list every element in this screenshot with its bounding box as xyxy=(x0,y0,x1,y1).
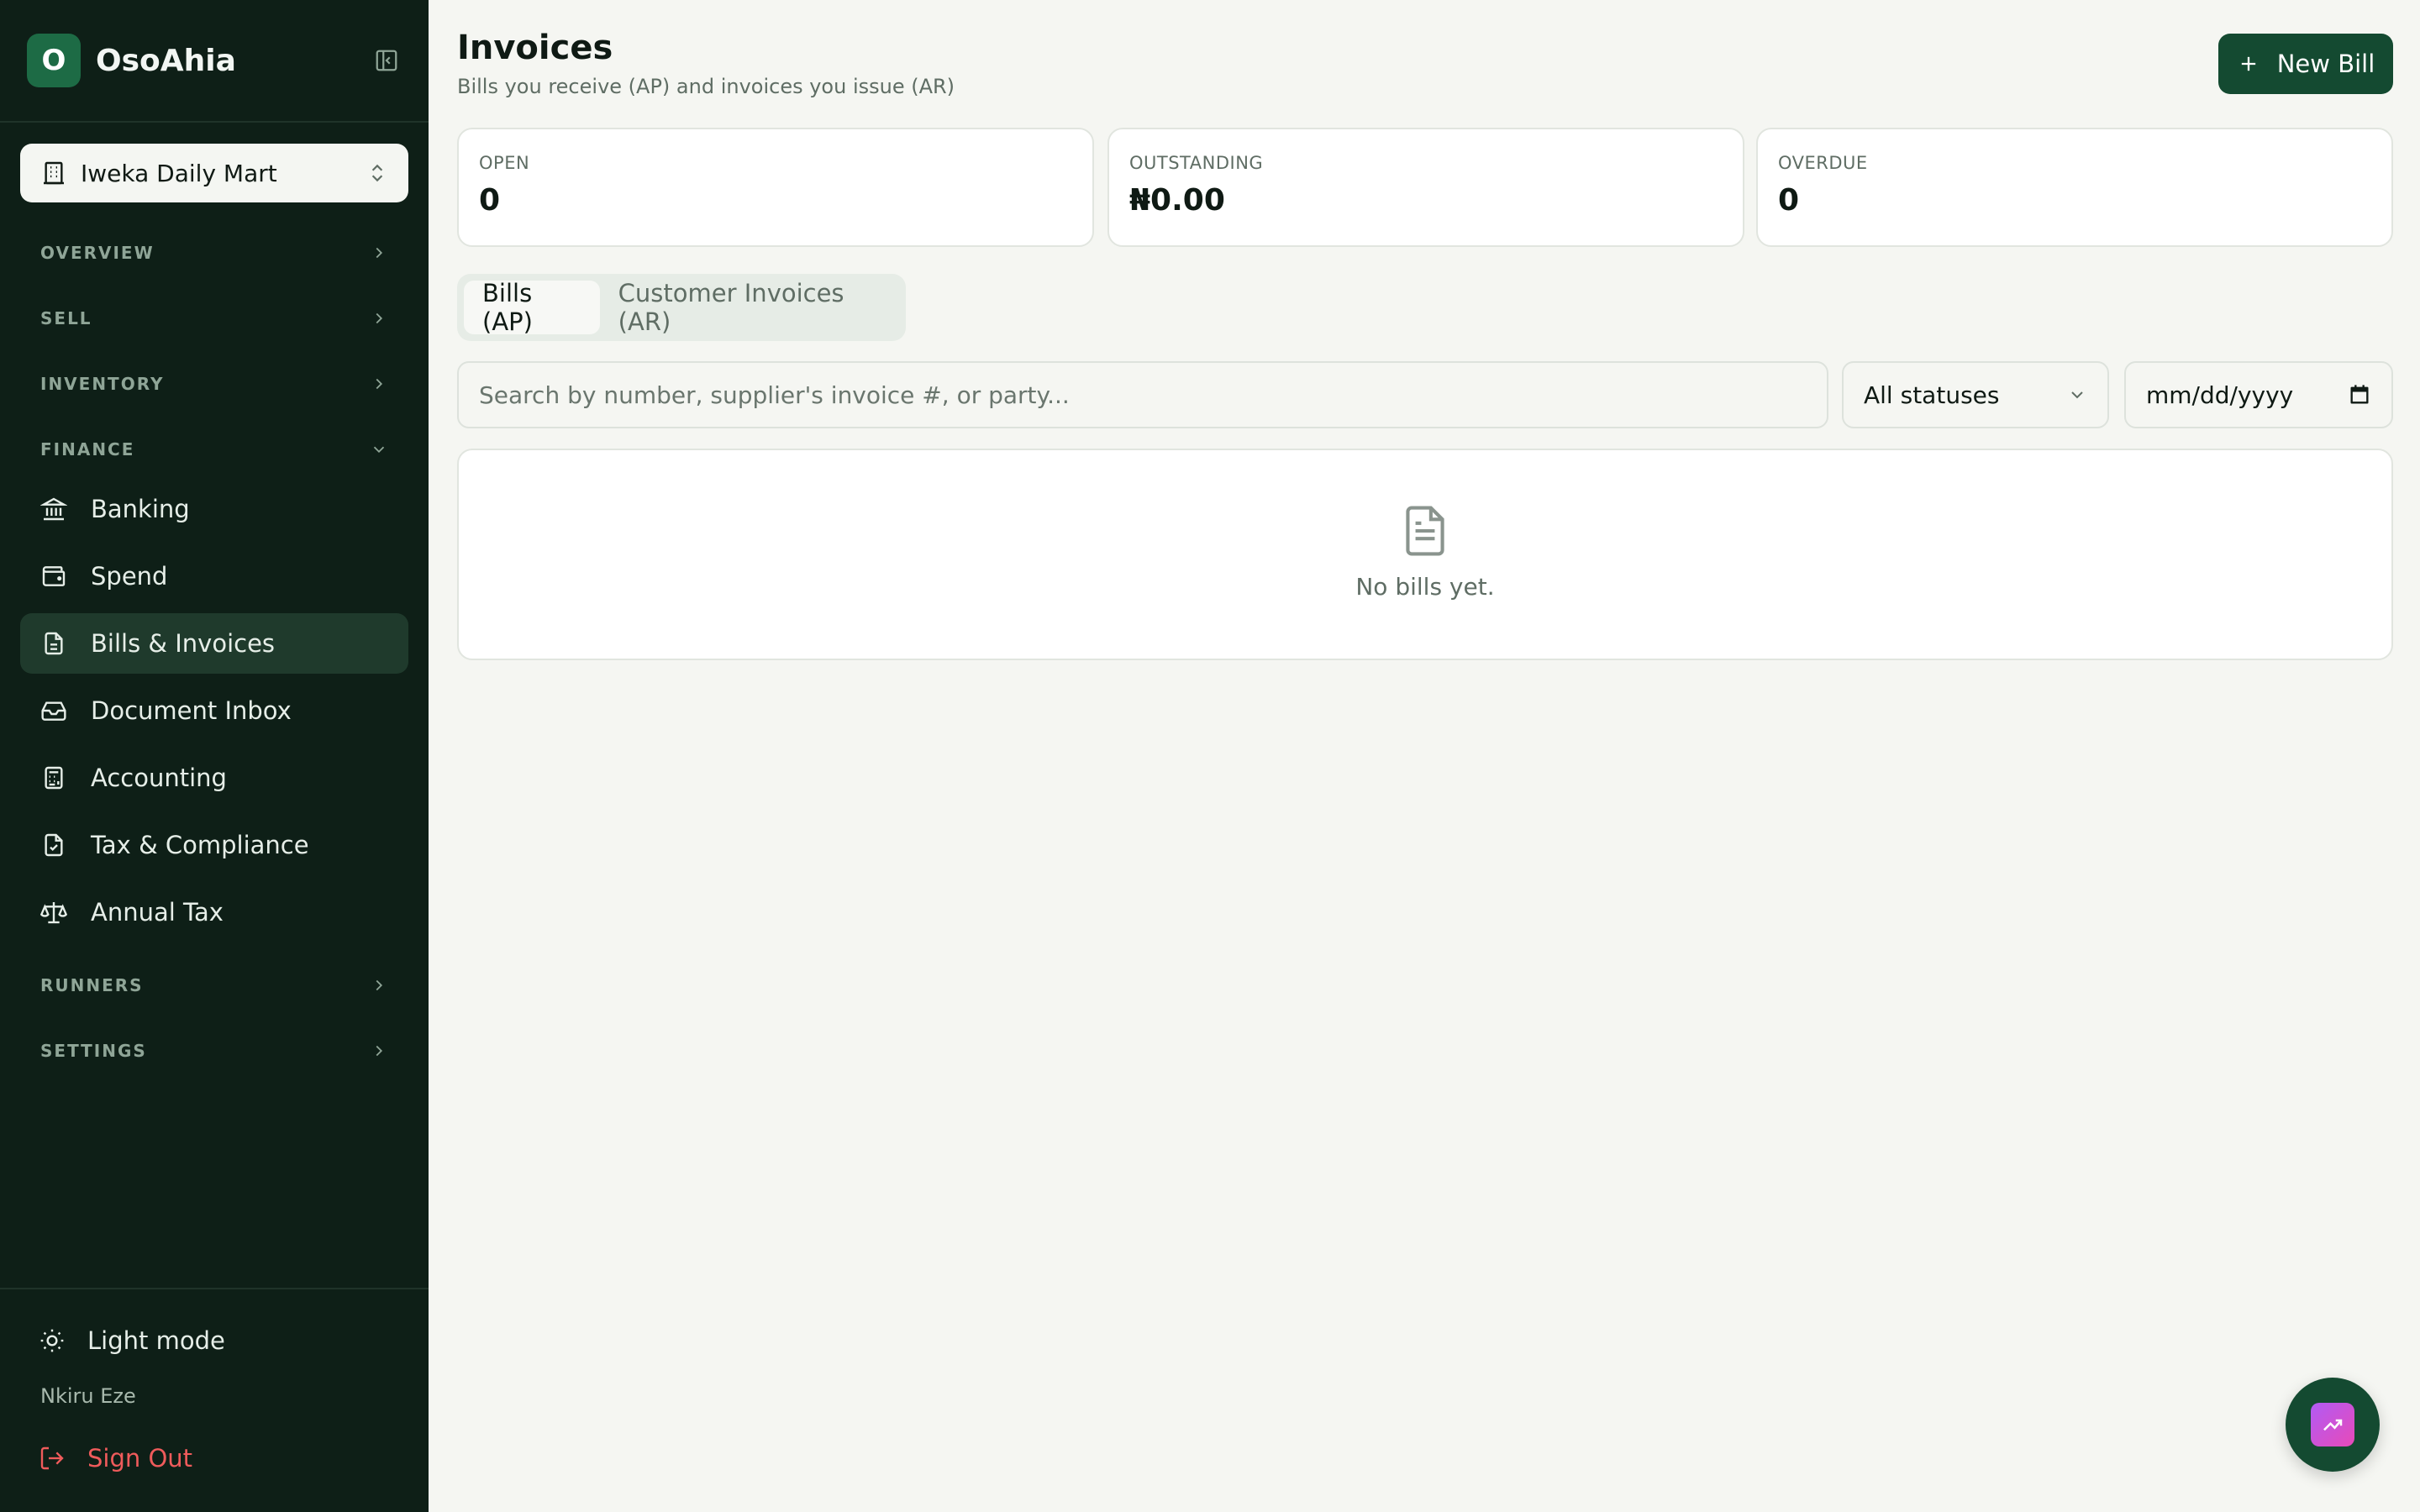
nav-section-label: SELL xyxy=(40,308,92,328)
wallet-icon xyxy=(39,561,69,591)
theme-toggle-label: Light mode xyxy=(87,1326,225,1355)
sidebar-item-label: Accounting xyxy=(91,764,227,792)
building-icon xyxy=(44,161,64,185)
trending-up-icon xyxy=(2311,1403,2354,1446)
workspace-switcher[interactable]: Iweka Daily Mart xyxy=(20,144,408,202)
search-input[interactable] xyxy=(457,361,1828,428)
sign-out-label: Sign Out xyxy=(87,1444,193,1473)
sign-out-button[interactable]: Sign Out xyxy=(39,1437,192,1479)
nav-section-label: FINANCE xyxy=(40,439,135,459)
theme-toggle[interactable]: Light mode xyxy=(39,1320,225,1362)
stat-label: OUTSTANDING xyxy=(1129,153,1264,173)
nav-section-sell[interactable]: SELL xyxy=(40,302,388,335)
nav-section-overview[interactable]: OVERVIEW xyxy=(40,236,388,270)
user-name: Nkiru Eze xyxy=(40,1384,136,1408)
plus-icon xyxy=(2241,56,2255,71)
chevron-right-icon xyxy=(376,1045,383,1057)
nav-section-runners[interactable]: RUNNERS xyxy=(40,969,388,1002)
workspace-name: Iweka Daily Mart xyxy=(81,159,277,187)
status-select-value: All statuses xyxy=(1864,381,2000,409)
nav-section-settings[interactable]: SETTINGS xyxy=(40,1034,388,1068)
page-subtitle: Bills you receive (AP) and invoices you … xyxy=(457,75,955,98)
page-title: Invoices xyxy=(457,29,613,67)
nav-section-label: INVENTORY xyxy=(40,374,165,394)
status-select[interactable]: All statuses xyxy=(1842,361,2109,428)
date-input-placeholder: mm/dd/yyyy xyxy=(2146,381,2294,409)
stat-value: 0 xyxy=(479,183,501,218)
sidebar-divider xyxy=(0,1288,429,1289)
nav-section-label: OVERVIEW xyxy=(40,243,155,263)
inbox-icon xyxy=(39,696,69,726)
sidebar-item-label: Spend xyxy=(91,562,168,591)
new-bill-label: New Bill xyxy=(2276,50,2375,78)
chevron-right-icon xyxy=(376,312,383,324)
file-check-icon xyxy=(39,830,69,860)
document-icon xyxy=(1406,506,1444,556)
sidebar-item-annual-tax[interactable]: Annual Tax xyxy=(20,882,408,942)
sidebar: O OsoAhia Iweka Daily Mart OVERVIEW SELL… xyxy=(0,0,429,1512)
calendar-icon[interactable] xyxy=(2348,383,2371,407)
sidebar-item-bills-invoices[interactable]: Bills & Invoices xyxy=(20,613,408,674)
stat-card-overdue: OVERDUE 0 xyxy=(1756,128,2393,247)
sidebar-item-document-inbox[interactable]: Document Inbox xyxy=(20,680,408,741)
nav-section-finance[interactable]: FINANCE xyxy=(40,433,388,466)
sidebar-item-label: Banking xyxy=(91,495,190,523)
new-bill-button[interactable]: New Bill xyxy=(2218,34,2393,94)
log-out-icon xyxy=(40,1446,64,1470)
nav-section-inventory[interactable]: INVENTORY xyxy=(40,367,388,401)
sidebar-item-banking[interactable]: Banking xyxy=(20,479,408,539)
scale-icon xyxy=(39,897,69,927)
stat-label: OPEN xyxy=(479,153,530,173)
chevron-right-icon xyxy=(376,247,383,259)
calculator-icon xyxy=(39,763,69,793)
bills-list-empty: No bills yet. xyxy=(457,449,2393,660)
sidebar-item-label: Document Inbox xyxy=(91,696,292,725)
assistant-fab[interactable] xyxy=(2286,1378,2380,1472)
brand-logo: O xyxy=(27,34,81,87)
tab-bills-ap[interactable]: Bills (AP) xyxy=(464,279,600,336)
brand: O OsoAhia xyxy=(27,34,402,87)
sidebar-item-label: Annual Tax xyxy=(91,898,224,927)
chevron-right-icon xyxy=(376,979,383,991)
bank-icon xyxy=(39,494,69,524)
sidebar-item-accounting[interactable]: Accounting xyxy=(20,748,408,808)
stat-value: 0 xyxy=(1778,183,1800,218)
stat-card-outstanding: OUTSTANDING ₦0.00 xyxy=(1107,128,1744,247)
sidebar-divider xyxy=(0,121,429,123)
sidebar-item-tax-compliance[interactable]: Tax & Compliance xyxy=(20,815,408,875)
nav-section-label: SETTINGS xyxy=(40,1041,147,1061)
stat-card-open: OPEN 0 xyxy=(457,128,1094,247)
chevron-right-icon xyxy=(376,378,383,390)
sidebar-item-label: Bills & Invoices xyxy=(91,629,276,658)
chevrons-up-down-icon xyxy=(371,164,383,182)
tab-customer-invoices-ar[interactable]: Customer Invoices (AR) xyxy=(600,279,899,336)
date-input[interactable]: mm/dd/yyyy xyxy=(2124,361,2393,428)
chevron-down-icon xyxy=(373,446,385,454)
sidebar-collapse-icon[interactable] xyxy=(371,45,402,76)
sun-icon xyxy=(40,1329,64,1352)
chevron-down-icon xyxy=(2071,391,2083,399)
invoice-tabs: Bills (AP) Customer Invoices (AR) xyxy=(457,274,906,341)
sidebar-item-label: Tax & Compliance xyxy=(91,831,309,859)
stat-value: ₦0.00 xyxy=(1129,183,1225,218)
empty-state-message: No bills yet. xyxy=(1355,573,1495,601)
brand-name: OsoAhia xyxy=(96,43,236,78)
nav-section-label: RUNNERS xyxy=(40,975,144,995)
sidebar-item-spend[interactable]: Spend xyxy=(20,546,408,606)
receipt-icon xyxy=(39,628,69,659)
stat-label: OVERDUE xyxy=(1778,153,1868,173)
